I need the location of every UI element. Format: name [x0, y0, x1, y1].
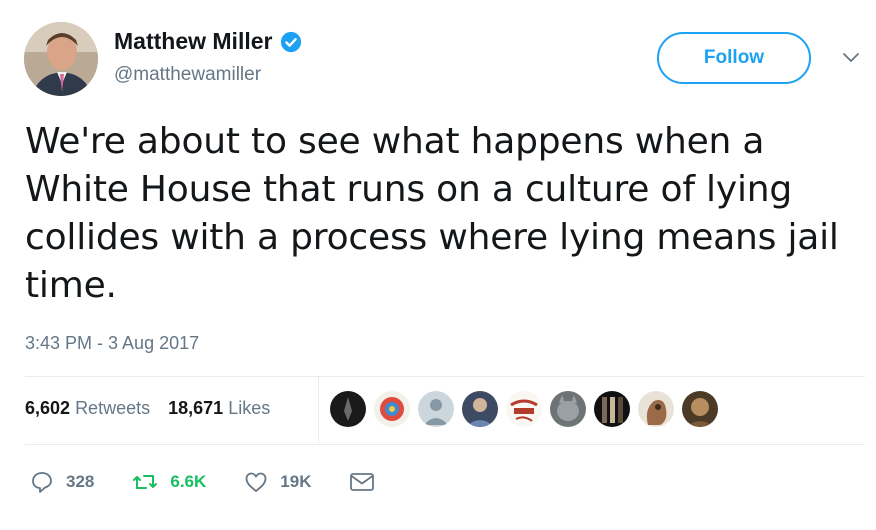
retweets-count: 6,602: [25, 398, 71, 418]
liker-avatars: [330, 391, 726, 427]
follow-button[interactable]: Follow: [657, 32, 811, 84]
likes-stat[interactable]: 18,671 Likes: [168, 398, 270, 419]
retweets-label: Retweets: [75, 398, 151, 418]
author-avatar[interactable]: [24, 22, 98, 96]
tweet-timestamp[interactable]: 3:43 PM - 3 Aug 2017: [25, 333, 199, 354]
stats-separator: [318, 377, 319, 443]
author-handle[interactable]: @matthewamiller: [114, 64, 261, 86]
divider-top: [25, 376, 865, 377]
liker-avatar-1[interactable]: [330, 391, 366, 427]
retweet-button[interactable]: 6.6K: [132, 470, 206, 494]
like-button[interactable]: 19K: [244, 470, 311, 494]
likes-label: Likes: [228, 398, 271, 418]
liker-avatar-8[interactable]: [638, 391, 674, 427]
heart-icon: [245, 472, 267, 492]
author-name[interactable]: Matthew Miller: [114, 28, 272, 55]
liker-avatar-6[interactable]: [550, 391, 586, 427]
retweet-count: 6.6K: [170, 472, 207, 491]
divider-bottom: [25, 444, 865, 445]
like-count: 19K: [280, 472, 312, 491]
envelope-icon: [350, 473, 375, 491]
engagement-stats: 6,602 Retweets 18,671 Likes: [25, 398, 288, 419]
retweet-icon: [133, 475, 158, 489]
liker-avatar-5[interactable]: [506, 391, 542, 427]
tweet-text: We're about to see what happens when a W…: [25, 121, 839, 306]
verified-badge-icon: [281, 31, 302, 52]
reply-icon: [32, 472, 52, 493]
retweets-stat[interactable]: 6,602 Retweets: [25, 398, 150, 419]
reply-count: 328: [66, 472, 95, 491]
tweet-actions: 328 6.6K 19K: [30, 470, 425, 494]
chevron-down-icon[interactable]: [842, 52, 860, 64]
likes-count: 18,671: [168, 398, 224, 418]
liker-avatar-9[interactable]: [682, 391, 718, 427]
liker-avatar-7[interactable]: [594, 391, 630, 427]
liker-avatar-2[interactable]: [374, 391, 410, 427]
liker-avatar-3[interactable]: [418, 391, 454, 427]
liker-avatar-4[interactable]: [462, 391, 498, 427]
reply-button[interactable]: 328: [30, 470, 94, 494]
direct-message-button[interactable]: [349, 471, 387, 493]
